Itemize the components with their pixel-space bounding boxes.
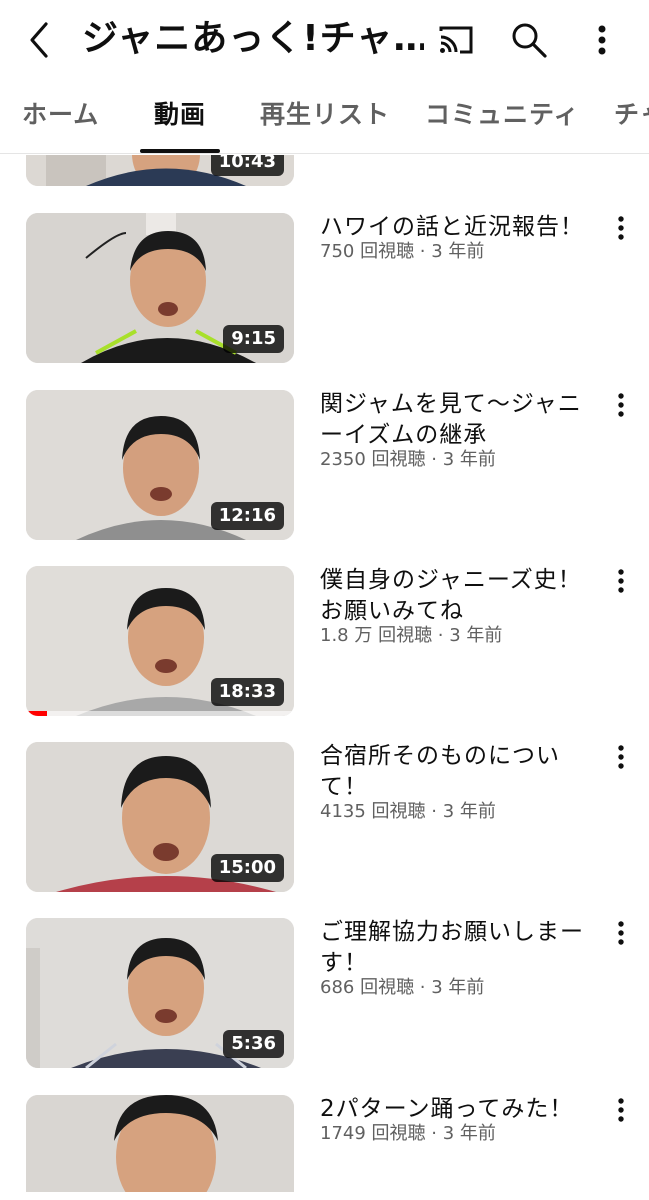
back-icon <box>30 22 48 58</box>
video-meta: 4135 回視聴 · 3 年前 <box>320 801 496 822</box>
more-vert-icon <box>618 216 624 240</box>
video-thumbnail[interactable]: 9:15 <box>26 213 294 363</box>
active-tab-indicator <box>140 149 220 153</box>
more-vert-icon <box>618 1098 624 1122</box>
video-thumbnail[interactable]: 12:16 <box>26 390 294 540</box>
video-meta: 686 回視聴 · 3 年前 <box>320 977 485 998</box>
video-title[interactable]: 2パターン踊ってみた！ <box>320 1094 600 1125</box>
video-thumbnail[interactable]: 10:43 <box>26 155 294 186</box>
video-title[interactable]: ご理解協力お願いしまーす！ <box>320 917 600 979</box>
tab-channels[interactable]: チャ <box>614 80 649 153</box>
video-meta: 1.8 万 回視聴 · 3 年前 <box>320 625 503 646</box>
video-more-button[interactable] <box>606 561 636 601</box>
video-more-button[interactable] <box>606 913 636 953</box>
video-duration: 9:15 <box>223 325 284 353</box>
video-duration: 18:33 <box>210 678 284 706</box>
search-button[interactable] <box>505 16 553 64</box>
video-more-button[interactable] <box>606 737 636 777</box>
cast-icon <box>439 26 473 54</box>
video-more-button[interactable] <box>606 208 636 248</box>
video-thumbnail[interactable]: 15:00 <box>26 742 294 892</box>
tab-playlists[interactable]: 再生リスト <box>260 80 390 153</box>
video-meta: 1749 回視聴 · 3 年前 <box>320 1123 496 1144</box>
video-meta: 750 回視聴 · 3 年前 <box>320 241 485 262</box>
watch-progress-track <box>26 711 294 716</box>
bottom-edge <box>0 1192 649 1200</box>
video-duration: 15:00 <box>210 854 284 882</box>
video-meta: 2350 回視聴 · 3 年前 <box>320 449 496 470</box>
video-duration: 5:36 <box>223 1030 284 1058</box>
video-duration: 10:43 <box>210 155 284 176</box>
video-list: 10:43 9:15 ハワイの話と近況報告！ 750 回視聴 · 3 年前 12… <box>0 155 649 1200</box>
cast-button[interactable] <box>432 16 480 64</box>
video-more-button[interactable] <box>606 1090 636 1130</box>
tab-videos[interactable]: 動画 <box>154 80 206 153</box>
video-thumbnail[interactable]: 18:33 <box>26 566 294 716</box>
more-vert-icon <box>618 569 624 593</box>
tab-community[interactable]: コミュニティ <box>425 80 580 153</box>
more-options-button[interactable] <box>578 16 626 64</box>
thumbnail-image <box>26 1095 294 1200</box>
top-bar: ジャニあっく!チャ… <box>0 0 649 80</box>
video-title[interactable]: ハワイの話と近況報告！ <box>320 212 600 243</box>
search-icon <box>512 23 547 58</box>
back-button[interactable] <box>18 18 62 62</box>
watch-progress-bar <box>26 711 48 716</box>
more-vert-icon <box>598 25 606 55</box>
video-more-button[interactable] <box>606 385 636 425</box>
channel-title: ジャニあっく!チャ… <box>82 18 424 59</box>
video-title[interactable]: 合宿所そのものについて！ <box>320 741 600 803</box>
video-title[interactable]: 関ジャムを見て〜ジャニーイズムの継承 <box>320 389 600 451</box>
channel-tabs: ホーム 動画 再生リスト コミュニティ チャ <box>0 80 649 154</box>
video-thumbnail[interactable]: 5:36 <box>26 918 294 1068</box>
video-thumbnail[interactable] <box>26 1095 294 1200</box>
more-vert-icon <box>618 745 624 769</box>
video-duration: 12:16 <box>210 502 284 530</box>
more-vert-icon <box>618 393 624 417</box>
video-title[interactable]: 僕自身のジャニーズ史！お願いみてね <box>320 565 600 627</box>
tab-home[interactable]: ホーム <box>22 80 99 153</box>
more-vert-icon <box>618 921 624 945</box>
